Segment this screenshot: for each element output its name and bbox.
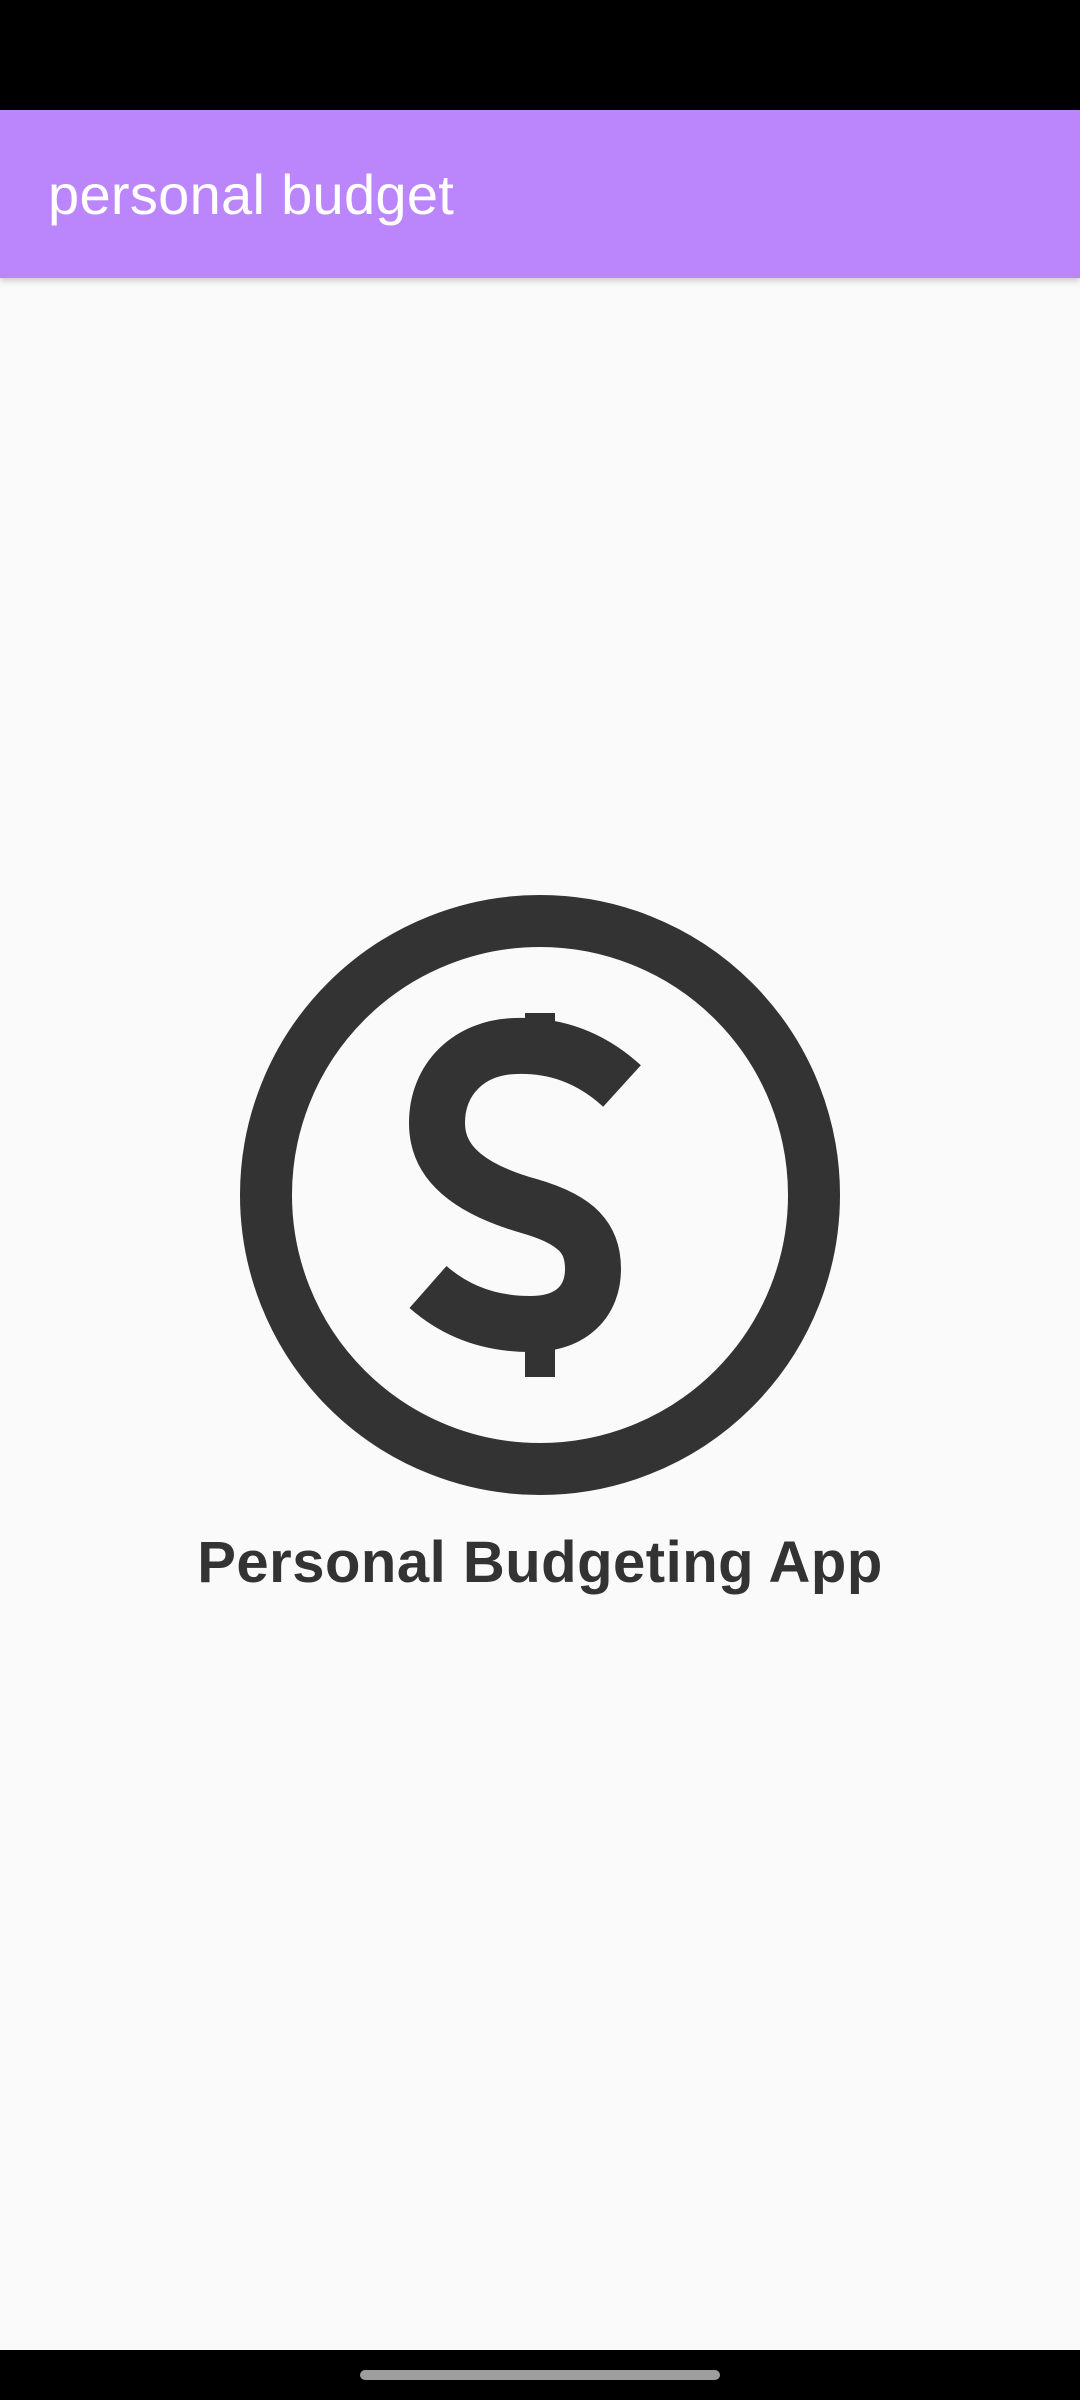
dollar-circle-icon — [240, 895, 840, 1495]
splash-content: Personal Budgeting App — [0, 278, 1080, 2350]
app-bar-title: personal budget — [48, 162, 455, 226]
app-name-title: Personal Budgeting App — [197, 1530, 883, 1595]
status-bar — [0, 0, 1080, 110]
app-bar: personal budget — [0, 110, 1080, 278]
system-navigation-bar — [0, 2350, 1080, 2400]
gesture-home-indicator[interactable] — [360, 2370, 720, 2380]
